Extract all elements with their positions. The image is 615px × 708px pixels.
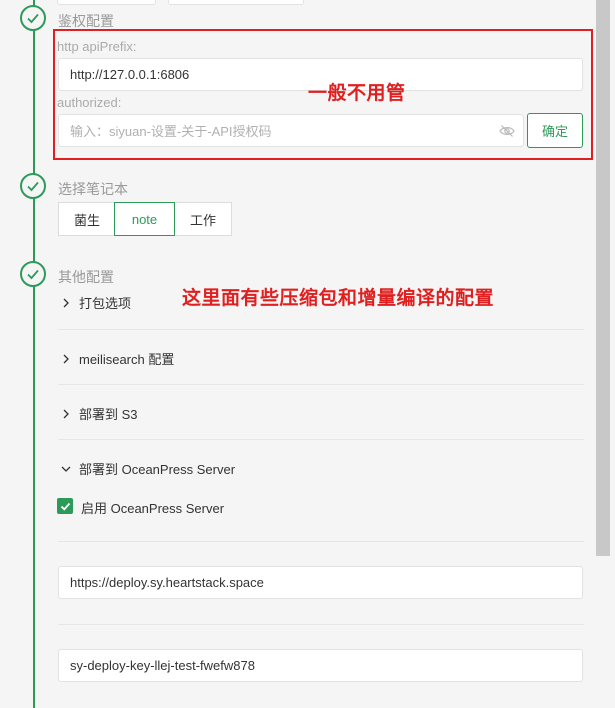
server-url-input[interactable]: https://deploy.sy.heartstack.space bbox=[58, 566, 583, 599]
authorized-input[interactable]: 输入：siyuan-设置-关于-API授权码 bbox=[58, 114, 524, 147]
divider bbox=[58, 541, 584, 542]
api-prefix-label: http apiPrefix: bbox=[57, 39, 137, 54]
collapse-deploy-s3[interactable]: 部署到 S3 bbox=[61, 404, 138, 423]
annotation-other-note: 这里面有些压缩包和增量编译的配置 bbox=[182, 288, 495, 309]
chevron-right-icon bbox=[63, 409, 69, 418]
collapse-deploy-oceanpress[interactable]: 部署到 OceanPress Server bbox=[61, 459, 235, 478]
collapse-meilisearch[interactable]: meilisearch 配置 bbox=[61, 349, 174, 368]
notebook-option[interactable]: 菌生 bbox=[58, 202, 116, 236]
collapse-pack-options[interactable]: 打包选项 bbox=[61, 293, 131, 312]
divider bbox=[58, 329, 584, 330]
step-check-icon bbox=[20, 5, 46, 31]
step-check-icon bbox=[20, 173, 46, 199]
steps-timeline bbox=[33, 0, 35, 708]
enable-oceanpress-label[interactable]: 启用 OceanPress Server bbox=[81, 498, 224, 517]
chevron-down-icon bbox=[61, 466, 71, 472]
scrollbar[interactable] bbox=[596, 0, 610, 556]
step-title-auth: 鉴权配置 bbox=[58, 13, 114, 29]
confirm-button[interactable]: 确定 bbox=[527, 113, 583, 148]
chevron-right-icon bbox=[63, 354, 69, 363]
collapse-label: meilisearch 配置 bbox=[79, 352, 175, 367]
chevron-right-icon bbox=[63, 298, 69, 307]
collapse-label: 部署到 OceanPress Server bbox=[79, 462, 236, 477]
collapse-label: 部署到 S3 bbox=[79, 407, 138, 422]
authorized-label: authorized: bbox=[57, 95, 122, 110]
annotation-auth-note: 一般不用管 bbox=[308, 83, 406, 104]
notebook-option-selected[interactable]: note bbox=[114, 202, 175, 236]
step-check-icon bbox=[20, 261, 46, 287]
collapse-label: 打包选项 bbox=[79, 296, 132, 311]
top-partial-button-1[interactable] bbox=[57, 0, 156, 5]
check-icon bbox=[60, 502, 70, 511]
divider bbox=[58, 624, 584, 625]
step-title-notebook: 选择笔记本 bbox=[58, 181, 128, 197]
eye-off-icon[interactable] bbox=[499, 124, 515, 138]
notebook-option[interactable]: 工作 bbox=[174, 202, 232, 236]
divider bbox=[58, 439, 584, 440]
step-title-other: 其他配置 bbox=[58, 269, 114, 285]
top-partial-button-2[interactable] bbox=[168, 0, 304, 5]
divider bbox=[58, 384, 584, 385]
enable-oceanpress-checkbox[interactable] bbox=[57, 498, 73, 514]
deploy-key-input[interactable]: sy-deploy-key-llej-test-fwefw878 bbox=[58, 649, 583, 682]
